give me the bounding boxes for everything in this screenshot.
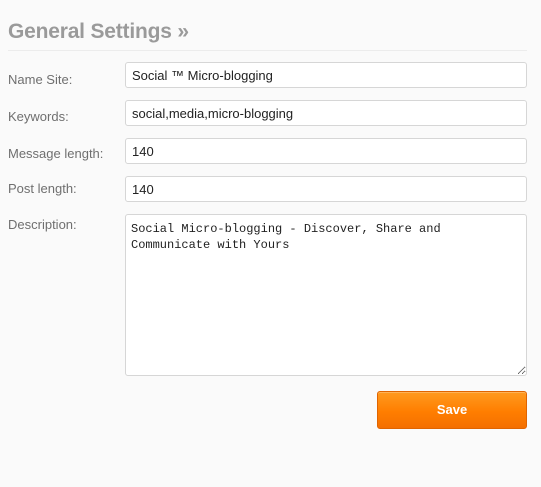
general-settings-page: General Settings » Name Site: Keywords: …: [0, 0, 541, 487]
save-button[interactable]: Save: [377, 391, 527, 429]
post-length-input[interactable]: [125, 176, 527, 202]
message-length-input[interactable]: [125, 138, 527, 164]
keywords-label: Keywords:: [8, 109, 69, 124]
post-length-label: Post length:: [8, 181, 77, 196]
description-textarea[interactable]: Social Micro-blogging - Discover, Share …: [125, 214, 527, 376]
page-title: General Settings »: [8, 20, 189, 43]
message-length-label: Message length:: [8, 146, 104, 161]
title-divider: [8, 50, 527, 51]
name-site-input[interactable]: [125, 62, 527, 88]
name-site-label: Name Site:: [8, 72, 73, 87]
keywords-input[interactable]: [125, 100, 527, 126]
description-label: Description:: [8, 217, 77, 232]
